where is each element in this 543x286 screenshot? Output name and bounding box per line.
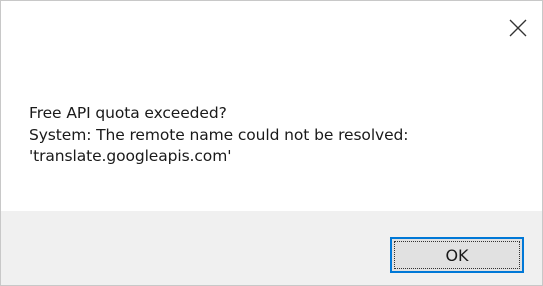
error-dialog: Free API quota exceeded? System: The rem… <box>0 0 543 286</box>
close-button[interactable] <box>503 13 533 43</box>
message-line: 'translate.googleapis.com' <box>29 147 232 165</box>
dialog-message: Free API quota exceeded? System: The rem… <box>29 103 409 168</box>
dialog-content: Free API quota exceeded? System: The rem… <box>1 1 542 211</box>
close-icon <box>509 19 527 37</box>
dialog-footer: OK <box>1 211 542 285</box>
message-line: Free API quota exceeded? <box>29 104 227 122</box>
ok-button-label: OK <box>445 245 469 265</box>
message-line: System: The remote name could not be res… <box>29 125 409 144</box>
ok-button[interactable]: OK <box>390 237 524 273</box>
